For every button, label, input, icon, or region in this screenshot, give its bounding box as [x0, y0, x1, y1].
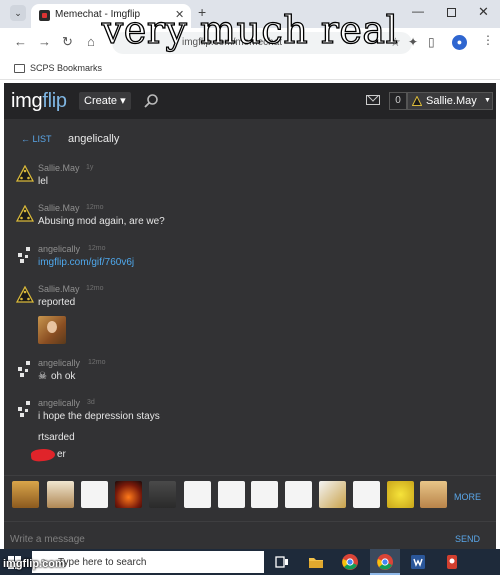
- chrome-active-icon[interactable]: [376, 553, 394, 571]
- message-text: reported: [38, 297, 76, 308]
- site-header: imgflip Create ▾ 0 Sallie.May ▼: [4, 83, 496, 119]
- message-text: lel: [38, 176, 49, 187]
- user-menu[interactable]: Sallie.May ▼: [407, 92, 493, 110]
- message-text: ☠ oh ok: [38, 371, 75, 382]
- message-author[interactable]: angelically: [38, 244, 80, 254]
- message-author[interactable]: angelically: [38, 398, 80, 408]
- sticker-spongebob[interactable]: [387, 481, 414, 508]
- imgflip-watermark: imgflip.com: [3, 558, 65, 570]
- task-view-icon[interactable]: [273, 553, 291, 571]
- message-time: 12mo: [88, 359, 106, 366]
- message-text: i hope the depression stays: [38, 411, 160, 422]
- file-explorer-icon[interactable]: [307, 553, 325, 571]
- back-to-list-link[interactable]: ← LIST: [21, 134, 52, 144]
- skull-icon: ☠: [38, 371, 47, 382]
- message-text-content: oh ok: [50, 371, 76, 382]
- angelically-pixel-avatar-icon[interactable]: [16, 246, 34, 264]
- sticker-cat-meme[interactable]: [12, 481, 39, 508]
- bookmarks-bar: SCPS Bookmarks: [0, 58, 500, 80]
- message-time: 12mo: [86, 204, 104, 211]
- sticker-portrait-meme[interactable]: [47, 481, 74, 508]
- sticker-me-gusta[interactable]: [285, 481, 312, 508]
- meme-caption: very much real: [101, 7, 399, 52]
- taskbar-search-placeholder: Type here to search: [58, 557, 147, 568]
- sticker-doge[interactable]: [420, 481, 447, 508]
- sticker-thumbs-up[interactable]: [319, 481, 346, 508]
- message-text: rtsarded: [38, 432, 75, 443]
- send-button[interactable]: SEND: [455, 534, 480, 544]
- message-time: 12mo: [88, 245, 106, 252]
- sticker-rofl-face[interactable]: [353, 481, 380, 508]
- sticker-bar: MORE: [4, 475, 496, 513]
- more-stickers-link[interactable]: MORE: [454, 492, 481, 502]
- bookmark-folder-icon: [14, 64, 25, 73]
- message-time: 3d: [87, 399, 95, 406]
- chevron-down-icon: ▼: [484, 97, 491, 104]
- red-scribble-redaction: [30, 447, 56, 463]
- angelically-pixel-avatar-icon[interactable]: [16, 360, 34, 378]
- message-input[interactable]: [10, 530, 440, 548]
- message-author[interactable]: Sallie.May: [38, 203, 80, 213]
- taskbar-search-box[interactable]: ○ Type here to search: [32, 551, 264, 573]
- sticker-deal-with-it[interactable]: [149, 481, 176, 508]
- sallie-triangle-avatar-icon[interactable]: [16, 165, 34, 183]
- sticker-explosion[interactable]: [115, 481, 142, 508]
- message-author[interactable]: angelically: [38, 358, 80, 368]
- message-image-thumbnail[interactable]: [38, 316, 66, 344]
- angelically-pixel-avatar-icon[interactable]: [16, 400, 34, 418]
- mail-icon[interactable]: [366, 95, 380, 105]
- sticker-forever-alone[interactable]: [218, 481, 245, 508]
- message-author[interactable]: Sallie.May: [38, 284, 80, 294]
- memechat-page: imgflip Create ▾ 0 Sallie.May ▼ ← LIST a…: [4, 83, 496, 553]
- logo-img-text: img: [11, 90, 43, 112]
- imgflip-logo[interactable]: imgflip: [11, 90, 67, 113]
- message-gif-link[interactable]: imgflip.com/gif/760v6j: [38, 257, 134, 268]
- search-icon[interactable]: [143, 93, 159, 109]
- message-time: 12mo: [86, 285, 104, 292]
- user-avatar-icon: [412, 96, 422, 106]
- app-icon[interactable]: [443, 553, 461, 571]
- logo-flip-text: flip: [42, 90, 67, 112]
- sallie-triangle-avatar-icon[interactable]: [16, 205, 34, 223]
- sticker-troll-face[interactable]: [251, 481, 278, 508]
- username-label: Sallie.May: [426, 95, 477, 107]
- message-author[interactable]: Sallie.May: [38, 163, 80, 173]
- windows-taskbar: ○ Type here to search: [0, 549, 500, 575]
- message-text: er: [57, 449, 66, 460]
- points-counter[interactable]: 0: [389, 92, 407, 110]
- chat-partner-name: angelically: [68, 133, 120, 145]
- create-button[interactable]: Create ▾: [79, 92, 131, 110]
- word-icon[interactable]: [409, 553, 427, 571]
- message-time: 1y: [86, 164, 94, 171]
- chrome-icon[interactable]: [341, 553, 359, 571]
- sallie-triangle-avatar-icon[interactable]: [16, 286, 34, 304]
- sticker-meh-face[interactable]: [184, 481, 211, 508]
- sticker-rage-face[interactable]: [81, 481, 108, 508]
- bookmark-scps[interactable]: SCPS Bookmarks: [30, 63, 102, 73]
- message-text: Abusing mod again, are we?: [38, 216, 165, 227]
